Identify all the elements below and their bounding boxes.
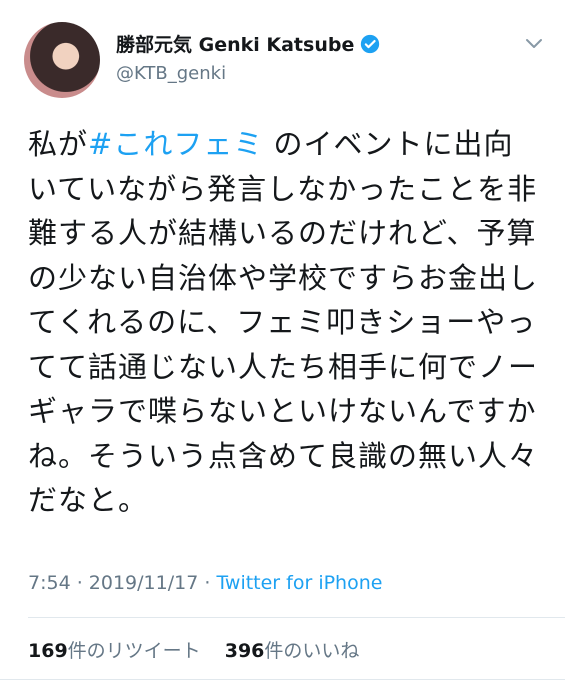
tweet-text-start: 私が — [28, 127, 89, 161]
tweet-header: 勝部元気 Genki Katsube @KTB_genki — [0, 0, 565, 110]
tweet-time[interactable]: 7:54 — [28, 572, 71, 594]
likes-stat[interactable]: 396件のいいね — [225, 640, 360, 662]
likes-count: 396 — [224, 640, 265, 662]
tweet-meta: 7:54 · 2019/11/17 · Twitter for iPhone — [28, 572, 382, 594]
tweet-date[interactable]: 2019/11/17 — [89, 572, 199, 594]
retweets-count: 169 — [28, 640, 68, 662]
tweet-text: 私が#これフェミ のイベントに出向いていながら発言しなかったことを非難する人が結… — [28, 122, 538, 523]
verified-badge-icon — [361, 34, 380, 53]
display-name-text[interactable]: 勝部元気 Genki Katsube — [116, 30, 354, 57]
display-name[interactable]: 勝部元気 Genki Katsube — [116, 30, 380, 57]
likes-label: 件のいいね — [264, 640, 360, 662]
tweet-stats: 169件のリツイート 396件のいいね — [28, 636, 359, 663]
user-handle[interactable]: @KTB_genki — [116, 63, 380, 84]
divider — [28, 617, 565, 618]
chevron-down-icon[interactable] — [525, 38, 543, 50]
retweets-label: 件のリツイート — [67, 640, 201, 662]
meta-separator: · — [70, 572, 89, 594]
tweet-text-rest: のイベントに出向いていながら発言しなかったことを非難する人が結構いるのだけれど、… — [28, 127, 539, 517]
tweet-source-link[interactable]: Twitter for iPhone — [216, 572, 382, 594]
hashtag-link[interactable]: #これフェミ — [88, 127, 263, 161]
avatar[interactable] — [24, 22, 100, 98]
meta-separator: · — [198, 572, 217, 594]
retweets-stat[interactable]: 169件のリツイート — [28, 640, 201, 662]
user-names[interactable]: 勝部元気 Genki Katsube @KTB_genki — [116, 30, 380, 84]
